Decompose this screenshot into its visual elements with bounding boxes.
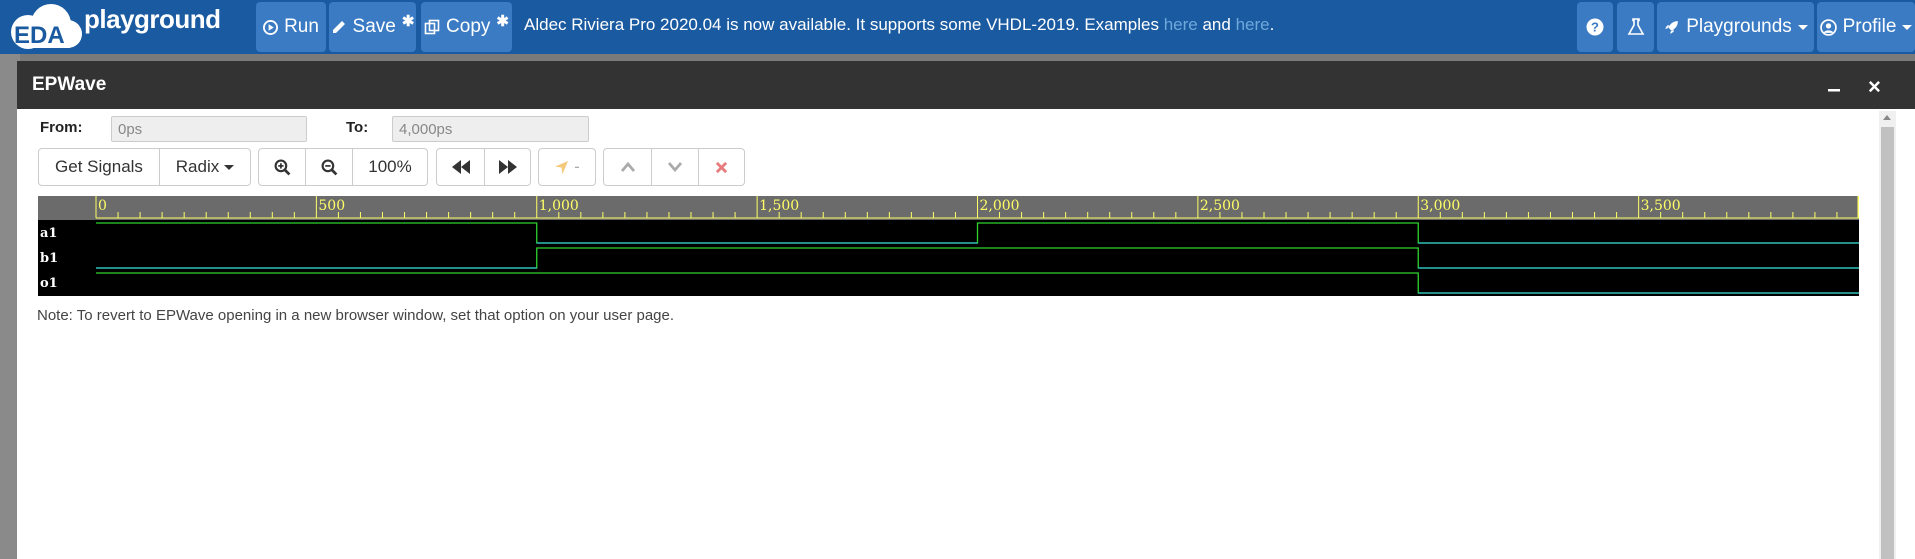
waveform-viewer[interactable]: 0 500 1,000 1,500 2,000 2,500 3,000 3,500 a1 b1 o…	[38, 196, 1859, 296]
save-button[interactable]: Save ✱	[329, 2, 416, 52]
next-edge-button[interactable]	[651, 148, 699, 186]
backward-icon	[451, 160, 470, 174]
flask-icon	[1627, 18, 1644, 35]
help-button[interactable]: ?	[1577, 2, 1613, 52]
zoom-in-button[interactable]	[258, 148, 306, 186]
minimize-icon[interactable]	[1826, 77, 1842, 93]
modal-title: EPWave	[32, 74, 107, 95]
signal-trace-o1	[96, 272, 1859, 294]
get-signals-label: Get Signals	[55, 157, 143, 176]
chevron-down-icon	[1902, 24, 1913, 30]
zoom-level-display[interactable]: 100%	[352, 148, 428, 186]
to-field[interactable]	[392, 116, 589, 142]
signal-name[interactable]: b1	[40, 251, 58, 266]
playgrounds-menu-button[interactable]: Playgrounds	[1657, 2, 1814, 52]
run-label: Run	[284, 16, 319, 37]
clear-button[interactable]	[698, 148, 745, 186]
eda-playground-logo[interactable]: EDA playground	[4, 2, 244, 52]
close-icon[interactable]: ×	[1868, 74, 1881, 100]
announcement-link-2[interactable]: here	[1236, 15, 1270, 34]
logo-badge: EDA	[14, 22, 65, 49]
from-label: From:	[40, 119, 83, 136]
radix-label: Radix	[175, 157, 220, 176]
signal-name[interactable]: a1	[40, 226, 57, 241]
logo-text: playground	[84, 4, 221, 34]
chevron-down-icon	[1797, 24, 1808, 30]
copy-button[interactable]: Copy ✱	[421, 2, 512, 52]
scroll-thumb[interactable]	[1881, 127, 1894, 559]
forward-icon	[498, 160, 517, 174]
save-label: Save	[352, 16, 396, 37]
chevron-up-icon	[620, 161, 635, 172]
announcement-text: Aldec Riviera Pro 2020.04 is now availab…	[524, 15, 1274, 35]
from-field[interactable]	[111, 116, 307, 142]
modal-scrollbar[interactable]	[1879, 111, 1896, 559]
pencil-icon	[332, 21, 345, 33]
zoom-out-button[interactable]	[305, 148, 353, 186]
chevron-down-icon	[667, 162, 683, 173]
radix-dropdown[interactable]: Radix	[159, 148, 251, 186]
playgrounds-label: Playgrounds	[1686, 16, 1792, 37]
signal-trace-a1	[96, 222, 1859, 244]
lab-button[interactable]	[1617, 2, 1654, 52]
get-signals-button[interactable]: Get Signals	[38, 148, 160, 186]
svg-text:?: ?	[1591, 20, 1599, 35]
zoom-out-icon	[321, 159, 337, 175]
modal-header: EPWave ×	[17, 61, 1915, 109]
profile-menu-button[interactable]: Profile	[1817, 2, 1915, 52]
top-navbar: EDA playground Run Save ✱ Copy ✱ Aldec Riv…	[0, 0, 1915, 54]
announcement-link-1[interactable]: here	[1164, 15, 1198, 34]
announcement-body: Aldec Riviera Pro 2020.04 is now availab…	[524, 15, 1164, 34]
signal-name[interactable]: o1	[40, 276, 58, 291]
note-text: Note: To revert to EPWave opening in a n…	[37, 307, 675, 324]
rocket-icon	[1665, 20, 1679, 34]
copy-icon	[424, 19, 440, 35]
question-circle-icon: ?	[1586, 18, 1604, 36]
marker-value: -	[574, 157, 580, 176]
signal-trace-b1	[96, 247, 1859, 269]
zoom-in-icon	[274, 159, 290, 175]
jump-back-button[interactable]	[436, 148, 485, 186]
to-label: To:	[346, 119, 369, 136]
chevron-down-icon	[224, 164, 235, 170]
location-arrow-icon	[555, 160, 569, 174]
run-button[interactable]: Run	[256, 2, 326, 52]
zoom-level: 100%	[368, 157, 412, 176]
previous-edge-button[interactable]	[603, 148, 652, 186]
copy-unsaved-mark: ✱	[496, 13, 509, 30]
copy-label: Copy	[446, 16, 491, 37]
scroll-up-arrow-icon[interactable]	[1883, 115, 1891, 120]
x-icon	[715, 161, 728, 173]
jump-forward-button[interactable]	[484, 148, 531, 186]
user-circle-icon	[1819, 18, 1837, 36]
profile-label: Profile	[1842, 16, 1897, 37]
save-unsaved-mark: ✱	[401, 13, 415, 30]
announcement-conj: and	[1197, 15, 1236, 34]
announcement-period: .	[1269, 15, 1275, 34]
play-circle-icon	[263, 19, 279, 35]
marker-button[interactable]: -	[538, 148, 596, 186]
waveform-canvas	[95, 196, 1859, 294]
